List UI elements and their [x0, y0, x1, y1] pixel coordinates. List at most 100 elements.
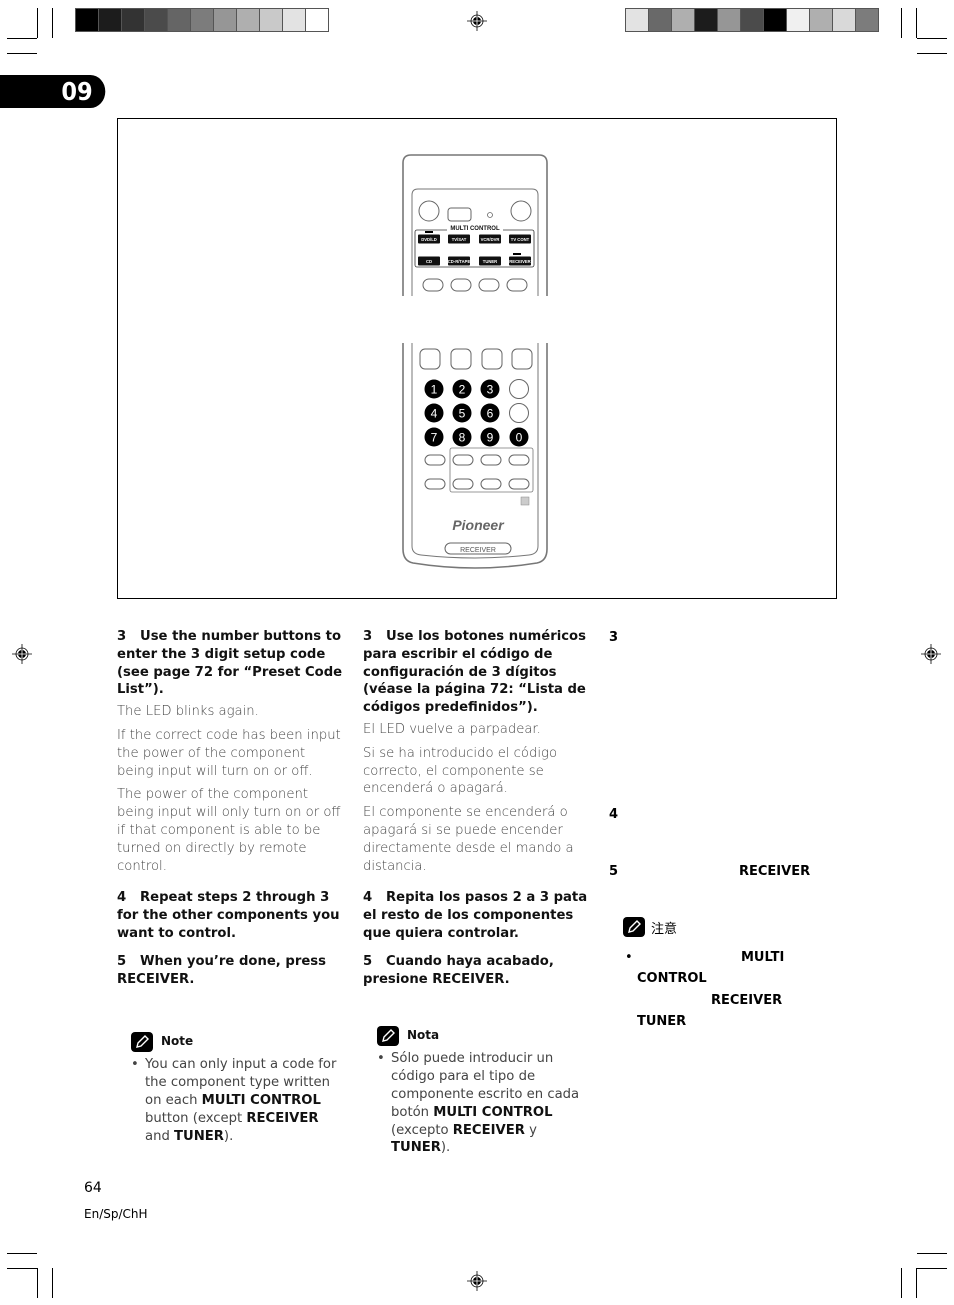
multi-control-button[interactable]: TV/SAT [448, 234, 470, 244]
registration-mark-icon [921, 644, 941, 664]
crop-mark [7, 1268, 37, 1269]
step-3-number: 3 [609, 630, 619, 645]
crop-mark [901, 1268, 902, 1298]
step-3-heading: 3 Use the number buttons to enter the 3 d… [117, 629, 343, 698]
crop-mark [37, 1268, 38, 1298]
color-swatch [764, 9, 786, 31]
registration-mark-icon [467, 11, 487, 31]
remote-oval-button[interactable] [452, 454, 474, 466]
number-button-label: 7 [431, 431, 438, 445]
number-button-label: 9 [487, 431, 494, 445]
number-button[interactable]: 3 [480, 379, 500, 399]
color-swatch [741, 9, 763, 31]
color-swatch [122, 9, 144, 31]
color-swatch [649, 9, 671, 31]
number-button-label: 5 [459, 407, 466, 421]
crop-mark [37, 8, 38, 38]
step-5-heading: 5 When you’re done, press RECEIVER. [117, 953, 326, 987]
color-swatch [718, 9, 740, 31]
figure-box: MULTI CONTROL DVD/LD TV/SAT VCR/DVR TV CONT… [117, 118, 837, 599]
step-3-paragraph-1: El LED vuelve a parpadear. [363, 721, 541, 737]
crop-mark [917, 1268, 947, 1269]
color-swatch [99, 9, 121, 31]
remote-oval-button[interactable] [480, 478, 502, 490]
bullet-dot: • [625, 950, 633, 965]
number-button[interactable]: 7 [424, 427, 444, 447]
step-4-number: 4 [609, 807, 619, 822]
number-button-label: 1 [431, 383, 438, 397]
multi-control-button[interactable]: RECEIVER [509, 256, 531, 266]
note-bullet: • You can only input a code for the compo… [131, 1057, 337, 1144]
pencil-note-icon [131, 1032, 153, 1053]
remote-oval-button[interactable] [452, 478, 474, 490]
remote-oval-button[interactable] [480, 454, 502, 466]
number-button[interactable]: 9 [480, 427, 500, 447]
language-code: En/Sp/ChH [84, 1207, 148, 1221]
note-bullet: • Sólo puede introducir un código para el… [377, 1051, 580, 1156]
multi-control-button[interactable]: VCR/DVR [479, 234, 501, 244]
pencil-note-icon [623, 917, 645, 937]
multi-control-button[interactable]: TUNER [479, 256, 501, 266]
multi-control-label: MULTI CONTROL [450, 226, 500, 232]
step-3-paragraph-3: El componente se encenderá o apagará si … [363, 805, 574, 874]
step-5-heading: 5 Cuando haya acabado, presione RECEIVER. [363, 953, 554, 987]
color-swatch [695, 9, 717, 31]
crop-mark [52, 8, 53, 38]
number-button[interactable]: 5 [452, 403, 472, 423]
step-3-paragraph-3: The power of the component being input w… [117, 787, 341, 874]
crop-mark [917, 38, 947, 39]
number-button[interactable]: 2 [452, 379, 472, 399]
number-button[interactable]: 1 [424, 379, 444, 399]
remote-oval-button[interactable] [508, 478, 530, 490]
pioneer-logo: Pioneer [452, 517, 505, 533]
color-swatch [76, 9, 98, 31]
color-swatch [833, 9, 855, 31]
multi-control-button-label: CD-R/TAPE [448, 259, 471, 264]
color-swatch [283, 9, 305, 31]
page-number: 64 [84, 1180, 102, 1196]
chapter-number-tab: 09 [0, 75, 106, 108]
step-4-heading: 4 Repita los pasos 2 a 3 pata el resto de… [363, 890, 588, 941]
color-swatch [856, 9, 878, 31]
multi-control-button[interactable]: CD [418, 256, 440, 266]
step-3-paragraph-2: Si se ha introducido el código correcto,… [363, 745, 558, 797]
multi-control-button-label: TV/SAT [452, 237, 467, 242]
number-button[interactable]: 8 [452, 427, 472, 447]
spanish-column: 3 Use los botones numéricos para escribir… [363, 628, 591, 1157]
multi-control-button-label: DVD/LD [421, 237, 437, 242]
pencil-note-icon [377, 1026, 399, 1047]
number-button-label: 4 [431, 407, 438, 421]
number-button[interactable]: 4 [424, 403, 444, 423]
number-button-label: 0 [516, 431, 523, 445]
remote-control-illustration: MULTI CONTROL DVD/LD TV/SAT VCR/DVR TV CONT… [402, 154, 548, 569]
color-swatch [145, 9, 167, 31]
color-swatch [626, 9, 648, 31]
crop-mark [916, 8, 917, 38]
remote-oval-button[interactable] [424, 478, 446, 490]
crop-mark [916, 1268, 917, 1298]
multi-control-button[interactable]: CD-R/TAPE [448, 256, 471, 266]
color-swatch [237, 9, 259, 31]
note-heading: Nota [377, 1026, 591, 1047]
remote-oval-button[interactable] [508, 454, 530, 466]
bullet-receiver: RECEIVER [711, 993, 783, 1008]
multi-control-button-label: CD [426, 259, 432, 264]
receiver-button-label: RECEIVER [460, 547, 496, 554]
bullet-multi: MULTI [741, 950, 785, 965]
step-3-paragraph-2: If the correct code has been input the p… [117, 727, 341, 779]
number-button[interactable]: 0 [509, 427, 529, 447]
color-swatch [214, 9, 236, 31]
color-calibration-bar-right [625, 8, 879, 32]
number-button[interactable]: 6 [480, 403, 500, 423]
step-4-heading: 4 Repeat steps 2 through 3 for the other … [117, 890, 340, 941]
multi-control-button[interactable]: DVD/LD [418, 234, 440, 244]
crop-mark [901, 8, 902, 38]
remote-oval-button[interactable] [424, 454, 446, 466]
color-swatch [672, 9, 694, 31]
color-swatch [191, 9, 213, 31]
color-swatch [306, 9, 328, 31]
multi-control-button-label: RECEIVER [509, 259, 530, 264]
color-swatch [787, 9, 809, 31]
bullet-tuner: TUNER [637, 1014, 687, 1029]
multi-control-button[interactable]: TV CONT [509, 234, 531, 244]
